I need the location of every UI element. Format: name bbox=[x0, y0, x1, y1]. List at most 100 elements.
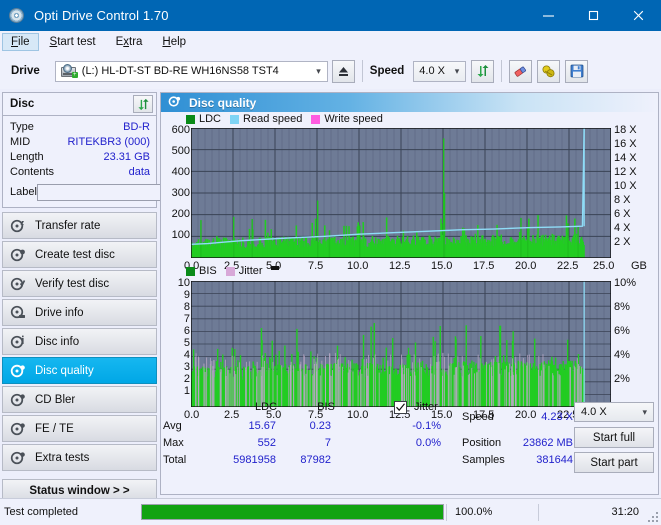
ldc-y2tick-2x: 2 X bbox=[614, 236, 631, 248]
position-stat-label: Position bbox=[462, 437, 502, 449]
legend-label-write-speed: Write speed bbox=[324, 113, 383, 125]
bulb-button[interactable] bbox=[537, 59, 561, 83]
speed-select-value: 4.0 X bbox=[419, 65, 445, 77]
stats-ldc-total: 5981958 bbox=[233, 454, 276, 466]
stats-row-label-avg: Avg bbox=[163, 420, 182, 432]
fe-te-icon bbox=[10, 421, 26, 437]
bis-plot-area[interactable] bbox=[191, 281, 611, 407]
drive-icon: + bbox=[60, 64, 78, 78]
ldc-ytick-100: 100 bbox=[171, 229, 190, 241]
ldc-ytick-300: 300 bbox=[171, 187, 190, 199]
sidebar-item-disc-info[interactable]: Disc info bbox=[2, 328, 157, 355]
disc-value-contents: data bbox=[128, 165, 150, 178]
stats-jitter-max: 0.0% bbox=[415, 437, 441, 449]
save-button[interactable] bbox=[565, 59, 589, 83]
eraser-button[interactable] bbox=[509, 59, 533, 83]
disc-row-length: Length 23.31 GB bbox=[10, 149, 150, 164]
ldc-y2tick-6x: 6 X bbox=[614, 208, 631, 220]
sidebar-item-cd-bler[interactable]: CD Bler bbox=[2, 386, 157, 413]
sidebar-item-create-test-disc[interactable]: Create test disc bbox=[2, 241, 157, 268]
sidebar-item-label: Drive info bbox=[35, 306, 84, 319]
disc-key-contents: Contents bbox=[10, 165, 55, 178]
disc-panel-title: Disc bbox=[10, 98, 35, 110]
legend-swatch-write-speed bbox=[311, 114, 321, 124]
ldc-y2tick-8x: 8 X bbox=[614, 194, 631, 206]
bis-y2tick-4: 4% bbox=[614, 349, 630, 361]
menu-item-start-test[interactable]: Start test bbox=[41, 33, 105, 51]
maximize-icon[interactable] bbox=[571, 0, 616, 31]
drive-label: Drive bbox=[11, 65, 40, 77]
test-speed-value: 4.0 X bbox=[581, 406, 607, 418]
refresh-button[interactable] bbox=[471, 59, 495, 83]
bis-y2tick-6: 6% bbox=[614, 325, 630, 337]
speed-select[interactable]: 4.0 X ▾ bbox=[413, 60, 467, 82]
stats-row-label-max: Max bbox=[163, 437, 184, 449]
status-bar: Test completed 100.0% 31:20 bbox=[0, 498, 661, 525]
bis-ytick-2: 2 bbox=[183, 373, 190, 385]
sidebar-item-extra-tests[interactable]: Extra tests bbox=[2, 444, 157, 471]
sidebar-item-label: Transfer rate bbox=[35, 219, 101, 232]
bis-ytick-7: 7 bbox=[183, 313, 190, 325]
disc-refresh-button[interactable] bbox=[133, 95, 153, 113]
resize-grip-icon[interactable] bbox=[647, 511, 658, 522]
sidebar-item-label: Verify test disc bbox=[35, 277, 110, 290]
sidebar-item-transfer-rate[interactable]: Transfer rate bbox=[2, 212, 157, 239]
toolbar-divider bbox=[361, 60, 363, 82]
stats-ldc-max: 552 bbox=[257, 437, 276, 449]
sidebar-item-label: Disc quality bbox=[35, 364, 94, 377]
minimize-icon[interactable] bbox=[526, 0, 571, 31]
bis-y2tick-2: 2% bbox=[614, 373, 630, 385]
drive-select[interactable]: + (L:) HL-DT-ST BD-RE WH16NS58 TST4 ▾ bbox=[54, 60, 328, 82]
disc-info-icon bbox=[10, 334, 26, 350]
disc-write-icon bbox=[10, 247, 26, 263]
disc-quality-panel: Disc quality LDC Read speed Write speed … bbox=[160, 92, 659, 495]
cd-bler-icon bbox=[10, 392, 26, 408]
ldc-ytick-200: 200 bbox=[171, 208, 190, 220]
start-full-button[interactable]: Start full bbox=[574, 427, 654, 448]
menu-item-extra[interactable]: Extra bbox=[107, 33, 152, 51]
disc-row-type: Type BD-R bbox=[10, 119, 150, 134]
samples-stat-value: 381644 bbox=[536, 454, 573, 466]
sidebar-item-label: Create test disc bbox=[35, 248, 115, 261]
bis-ytick-10: 10 bbox=[177, 277, 190, 289]
menu-item-file[interactable]: File bbox=[2, 33, 39, 51]
stats-bis-total: 87982 bbox=[300, 454, 331, 466]
sidebar-item-disc-quality[interactable]: Disc quality bbox=[2, 357, 157, 384]
stats-bis-max: 7 bbox=[324, 437, 331, 449]
progress-bar-fill bbox=[142, 505, 443, 519]
progress-percent: 100.0% bbox=[446, 503, 538, 521]
extra-tests-icon bbox=[10, 450, 26, 466]
sidebar-item-label: Extra tests bbox=[35, 451, 90, 464]
bis-chart: BIS Jitter 10 9 8 7 6 5 4 3 2 1 10% 8% 6… bbox=[161, 265, 658, 421]
sidebar-item-label: CD Bler bbox=[35, 393, 76, 406]
disc-key-type: Type bbox=[10, 120, 34, 133]
window-controls bbox=[526, 0, 661, 31]
menu-item-help[interactable]: Help bbox=[153, 33, 195, 51]
sidebar-item-fe-te[interactable]: FE / TE bbox=[2, 415, 157, 442]
legend-swatch-read-speed bbox=[230, 114, 240, 124]
disc-test-icon bbox=[10, 218, 26, 234]
legend-marker-extra bbox=[270, 266, 279, 270]
jitter-checkbox[interactable] bbox=[394, 401, 407, 414]
stats-row-label-total: Total bbox=[163, 454, 187, 466]
bis-ytick-6: 6 bbox=[183, 325, 190, 337]
eject-button[interactable] bbox=[331, 59, 355, 83]
disc-quality-icon bbox=[168, 95, 181, 111]
bis-ytick-8: 8 bbox=[183, 301, 190, 313]
toolbar-divider-2 bbox=[501, 60, 503, 82]
close-icon[interactable] bbox=[616, 0, 661, 31]
disc-value-mid: RITEKBR3 (000) bbox=[67, 135, 150, 148]
stats-area: LDC BIS Jitter Avg Max Total 15.67 552 5… bbox=[161, 398, 658, 476]
ldc-y2tick-14x: 14 X bbox=[614, 152, 637, 164]
sidebar-item-verify-test-disc[interactable]: Verify test disc bbox=[2, 270, 157, 297]
bis-chart-legend: BIS Jitter bbox=[186, 265, 279, 277]
sidebar-item-drive-info[interactable]: Drive info bbox=[2, 299, 157, 326]
bis-ytick-1: 1 bbox=[183, 385, 190, 397]
start-part-button[interactable]: Start part bbox=[574, 452, 654, 473]
samples-stat-label: Samples bbox=[462, 454, 505, 466]
legend-label-read-speed: Read speed bbox=[243, 113, 303, 125]
legend-label-bis: BIS bbox=[199, 265, 217, 277]
test-speed-select[interactable]: 4.0 X ▾ bbox=[574, 402, 654, 422]
bis-ytick-5: 5 bbox=[183, 337, 190, 349]
ldc-plot-area[interactable] bbox=[191, 128, 611, 258]
